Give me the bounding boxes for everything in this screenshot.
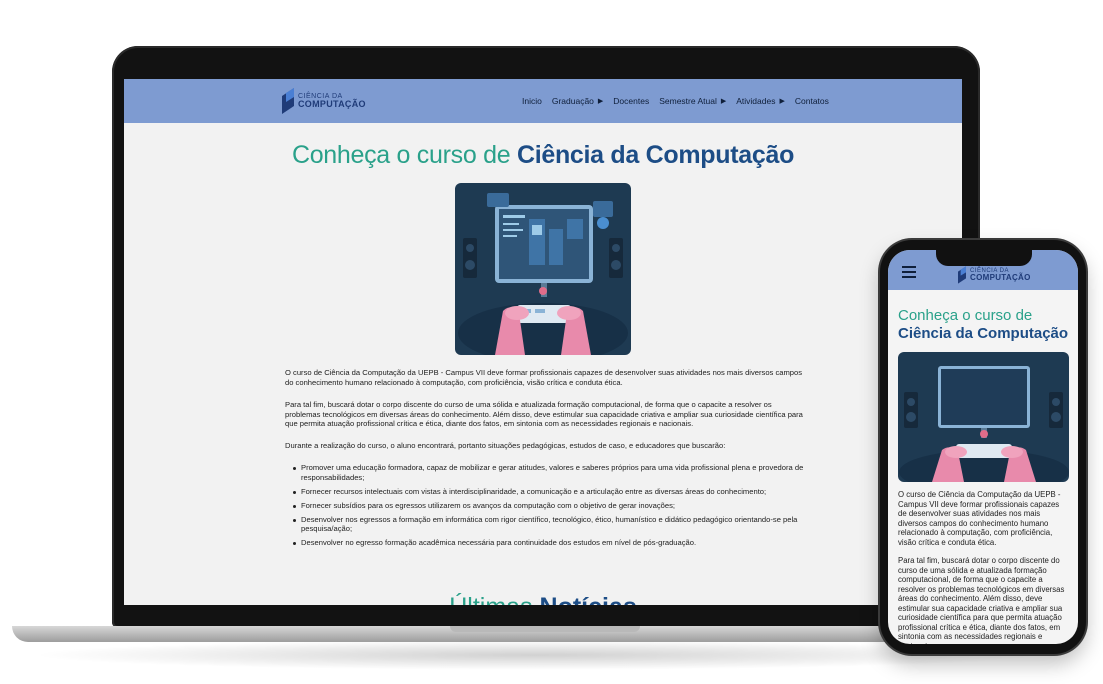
paragraph-2: Para tal fim, buscará dotar o corpo disc… (285, 399, 803, 429)
paragraph-2: Para tal fim, buscará dotar o corpo disc… (898, 556, 1065, 644)
logo-mark-icon (958, 266, 966, 284)
site-header: CIÊNCIA DA COMPUTAÇÃO Inicio Graduação ▶ … (124, 79, 962, 123)
logo-big-text: COMPUTAÇÃO (298, 99, 366, 109)
nav-item-docentes[interactable]: Docentes (613, 96, 649, 106)
laptop-screen: CIÊNCIA DA COMPUTAÇÃO Inicio Graduação ▶ … (124, 79, 962, 605)
news-title-bold: Notícias (540, 593, 637, 605)
list-item: Desenvolver nos egressos a formação em i… (293, 515, 805, 535)
phone-screen: CIÊNCIA DA COMPUTAÇÃO Conheça o curso de… (888, 250, 1078, 644)
paragraph-1: O curso de Ciência da Computação da UEPB… (898, 490, 1061, 547)
title-bold: Ciência da Computação (516, 141, 795, 169)
course-description: O curso de Ciência da Computação da UEPB… (285, 368, 805, 552)
nav-label: Semestre Atual (659, 96, 717, 106)
title-light: Conheça o curso de (898, 307, 1033, 324)
list-item: Fornecer subsídios para os egressos util… (293, 501, 805, 511)
mobile-course-description: O curso de Ciência da Computação da UEPB… (898, 490, 1070, 644)
list-item: Promover uma educação formadora, capaz d… (293, 463, 805, 483)
nav-item-contatos[interactable]: Contatos (795, 96, 829, 106)
list-item: Fornecer recursos intelectuais com vista… (293, 487, 805, 497)
hero-illustration (455, 183, 631, 355)
news-section-title: Últimas Notícias (124, 593, 962, 605)
nav-label: Docentes (613, 96, 650, 106)
paragraph-3: Durante a realização do curso, o aluno e… (285, 441, 726, 451)
title-bold: Ciência da Computação (898, 325, 1069, 342)
paragraph-1: O curso de Ciência da Computação da UEPB… (285, 368, 803, 387)
nav-label: Atividades (736, 96, 776, 106)
logo-mark-icon (282, 88, 294, 114)
laptop-notch (450, 626, 640, 632)
caret-right-icon: ▶ (779, 98, 785, 105)
page-title: Conheça o curso de Ciência da Computação (124, 141, 962, 170)
nav-item-atividades[interactable]: Atividades ▶ (736, 96, 785, 106)
phone-notch (936, 250, 1032, 266)
hamburger-menu-icon[interactable] (902, 266, 916, 278)
mobile-site-logo[interactable]: CIÊNCIA DA COMPUTAÇÃO (958, 266, 1031, 284)
mobile-hero-illustration (898, 352, 1069, 482)
nav-item-inicio[interactable]: Inicio (522, 96, 542, 106)
nav-label: Inicio (522, 96, 542, 106)
nav-label: Contatos (794, 96, 829, 106)
site-logo[interactable]: CIÊNCIA DA COMPUTAÇÃO (282, 86, 366, 116)
title-light: Conheça o curso de (291, 141, 517, 169)
list-item: Desenvolver no egresso formação acadêmic… (293, 538, 805, 548)
objectives-list: Promover uma educação formadora, capaz d… (285, 463, 805, 548)
news-title-light: Últimas (449, 593, 539, 605)
caret-right-icon: ▶ (720, 98, 727, 105)
logo-big-text: COMPUTAÇÃO (970, 273, 1031, 282)
nav-item-graduacao[interactable]: Graduação ▶ (552, 96, 603, 106)
caret-right-icon: ▶ (597, 98, 604, 105)
main-menu: Inicio Graduação ▶ Docentes Semestre Atua… (522, 79, 829, 123)
nav-label: Graduação (551, 96, 594, 106)
mobile-page-title: Conheça o curso de Ciência da Computação (898, 307, 1073, 343)
nav-item-semestre-atual[interactable]: Semestre Atual ▶ (659, 96, 726, 106)
